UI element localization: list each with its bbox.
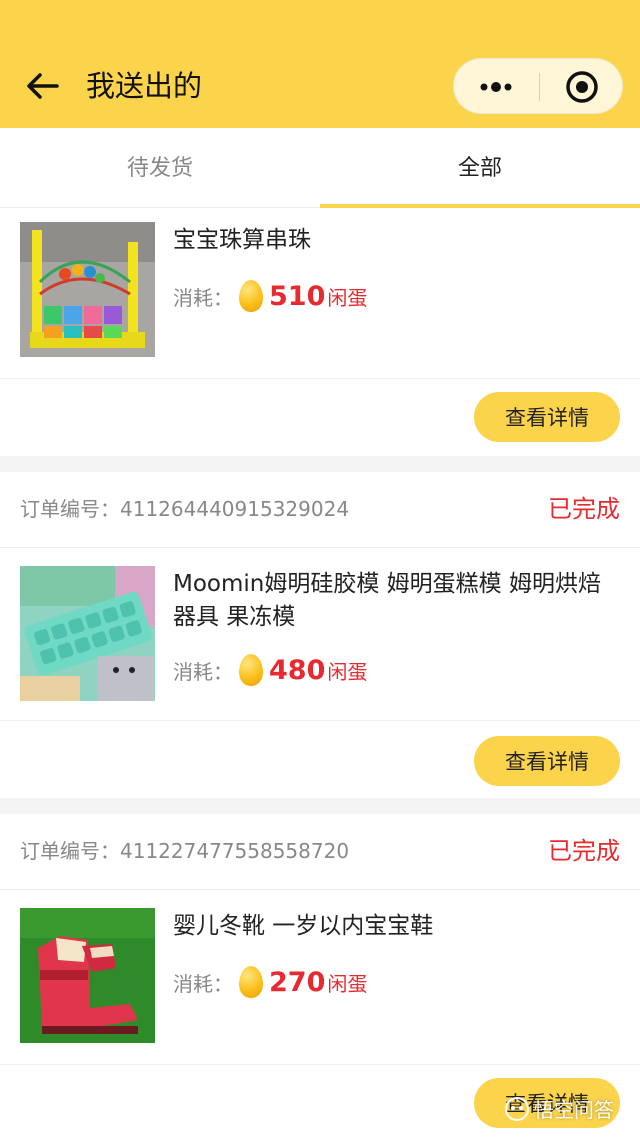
- order-header: 订单编号：411264440915329024 已完成: [0, 472, 640, 548]
- tab-bar: 待发货 全部: [0, 128, 640, 208]
- cost-row: 消耗： 270 闲蛋: [173, 962, 367, 1002]
- price-value: 480: [269, 654, 326, 686]
- price-unit: 闲蛋: [327, 659, 368, 684]
- order-number-value: 411227477558558720: [120, 839, 350, 863]
- order-number-label: 订单编号：: [20, 497, 120, 521]
- egg-coin-icon: [239, 654, 263, 686]
- product-image[interactable]: [20, 566, 155, 701]
- product-name[interactable]: 宝宝珠算串珠: [173, 224, 623, 257]
- card-divider: [0, 1064, 640, 1065]
- product-name[interactable]: Moomin姆明硅胶模 姆明蛋糕模 姆明烘焙器具 果冻模: [173, 568, 623, 634]
- cost-label: 消耗：: [173, 971, 233, 996]
- baby-boots-image: [20, 908, 155, 1043]
- price-unit: 闲蛋: [327, 285, 368, 310]
- product-name[interactable]: 婴儿冬靴 一岁以内宝宝鞋: [173, 910, 623, 943]
- more-dots-icon: [480, 82, 512, 92]
- page-title: 我送出的: [86, 69, 203, 103]
- price-value: 510: [269, 280, 326, 312]
- more-button[interactable]: [454, 59, 538, 115]
- abacus-toy-image: [20, 222, 155, 357]
- view-details-button[interactable]: 查看详情: [474, 392, 620, 442]
- order-number: 订单编号：411264440915329024: [20, 494, 349, 524]
- order-number-value: 411264440915329024: [120, 497, 350, 521]
- tab-pending-shipment[interactable]: 待发货: [0, 128, 320, 204]
- silicone-mold-image: [20, 566, 155, 701]
- order-card: 宝宝珠算串珠 消耗： 510 闲蛋 查看详情: [0, 208, 640, 456]
- mini-program-capsule: [453, 58, 623, 114]
- order-status: 已完成: [548, 837, 620, 865]
- order-card: 订单编号：411264440915329024 已完成 Moomin姆明硅胶模 …: [0, 472, 640, 798]
- cost-row: 消耗： 510 闲蛋: [173, 276, 367, 316]
- view-details-button[interactable]: 查看详情: [474, 736, 620, 786]
- card-divider: [0, 720, 640, 721]
- back-button[interactable]: [22, 66, 62, 106]
- egg-coin-icon: [239, 280, 263, 312]
- order-card: 订单编号：411227477558558720 已完成 婴儿冬靴 一岁以内宝宝鞋…: [0, 814, 640, 1138]
- order-header: 订单编号：411227477558558720 已完成: [0, 814, 640, 890]
- back-arrow-icon: [27, 73, 59, 99]
- cost-label: 消耗：: [173, 659, 233, 684]
- cost-label: 消耗：: [173, 285, 233, 310]
- order-status: 已完成: [548, 495, 620, 523]
- watermark: 悟空问答: [504, 1094, 614, 1123]
- tab-all[interactable]: 全部: [320, 128, 640, 204]
- egg-coin-icon: [239, 966, 263, 998]
- order-number: 订单编号：411227477558558720: [20, 836, 349, 866]
- price-unit: 闲蛋: [327, 971, 368, 996]
- price-value: 270: [269, 966, 326, 998]
- product-image[interactable]: [20, 222, 155, 357]
- close-button[interactable]: [540, 59, 624, 115]
- product-image[interactable]: [20, 908, 155, 1043]
- cost-row: 消耗： 480 闲蛋: [173, 650, 367, 690]
- app-header: 我送出的: [0, 0, 640, 128]
- wukong-logo-icon: [505, 1096, 529, 1121]
- card-divider: [0, 378, 640, 379]
- target-close-icon: [566, 71, 598, 103]
- order-number-label: 订单编号：: [20, 839, 120, 863]
- watermark-text: 悟空问答: [534, 1098, 614, 1122]
